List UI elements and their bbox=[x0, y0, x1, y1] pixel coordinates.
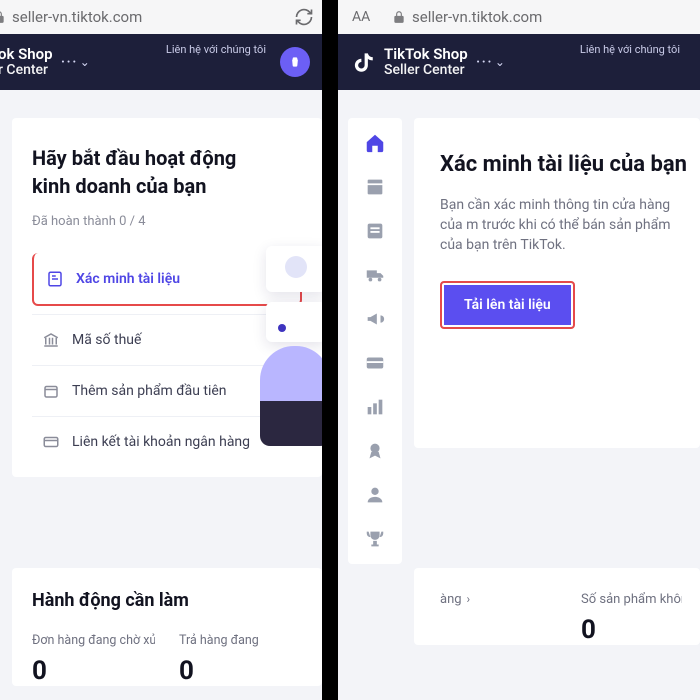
stat-returns[interactable]: Trả hàng đang 0 bbox=[179, 633, 302, 686]
stat-value: 0 bbox=[32, 656, 155, 686]
onboarding-title: Hãy bắt đầu hoạt động kinh doanh của bạn bbox=[32, 144, 262, 200]
brand-line1: ok Shop bbox=[0, 46, 53, 62]
avatar[interactable] bbox=[280, 47, 310, 77]
step-label: Xác minh tài liệu bbox=[76, 271, 180, 287]
chevron-down-icon[interactable]: ⌄ bbox=[80, 55, 90, 69]
sidebar bbox=[348, 118, 402, 564]
chevron-right-icon: › bbox=[464, 592, 471, 606]
illustration bbox=[252, 232, 330, 452]
document-check-icon bbox=[46, 270, 64, 288]
stat-truncated-left[interactable]: àng › bbox=[440, 592, 541, 645]
stat-invalid-products[interactable]: Số sản phẩm không vư… › 0 bbox=[581, 592, 682, 645]
verify-title: Xác minh tài liệu của bạn bbox=[440, 152, 680, 177]
sidebar-item-users[interactable] bbox=[364, 484, 386, 506]
bank-icon bbox=[42, 331, 60, 349]
upload-documents-button[interactable]: Tải lên tài liệu bbox=[440, 281, 575, 329]
verify-description: Bạn cần xác minh thông tin cửa hàng của … bbox=[440, 195, 680, 255]
contact-us-link[interactable]: Liên hệ với chúng tôi bbox=[166, 44, 266, 56]
verify-card: Xác minh tài liệu của bạn Bạn cần xác mi… bbox=[414, 118, 700, 448]
browser-url-bar-right: AA seller-vn.tiktok.com bbox=[338, 0, 700, 34]
sidebar-item-shipping[interactable] bbox=[364, 264, 386, 286]
url-text: seller-vn.tiktok.com bbox=[12, 8, 142, 26]
sidebar-item-home[interactable] bbox=[364, 132, 386, 154]
stat-value: 0 bbox=[179, 656, 302, 686]
stat-value: 0 bbox=[581, 615, 682, 645]
ellipsis-icon[interactable]: ··· bbox=[476, 52, 493, 73]
screen-divider bbox=[322, 0, 338, 700]
step-label: Liên kết tài khoản ngân hàng bbox=[72, 434, 250, 450]
sidebar-item-trophy[interactable] bbox=[364, 528, 386, 550]
package-icon bbox=[42, 382, 60, 400]
lock-icon bbox=[392, 10, 406, 24]
card-icon bbox=[42, 433, 60, 451]
brand-line2: r Center bbox=[0, 62, 53, 78]
top-nav-right: TikTok Shop Seller Center ··· ⌄ Liên hệ … bbox=[338, 34, 700, 90]
ellipsis-icon[interactable]: ··· bbox=[61, 52, 78, 73]
sidebar-item-products[interactable] bbox=[364, 220, 386, 242]
tiktok-logo-icon bbox=[350, 49, 376, 75]
sidebar-item-orders[interactable] bbox=[364, 176, 386, 198]
todo-title: Hành động cần làm bbox=[32, 590, 302, 611]
chevron-down-icon[interactable]: ⌄ bbox=[495, 55, 505, 69]
onboarding-card: Hãy bắt đầu hoạt động kinh doanh của bạn… bbox=[12, 118, 322, 477]
top-nav-left: ok Shop r Center ··· ⌄ Liên hệ với chúng… bbox=[0, 34, 322, 90]
sidebar-item-analytics[interactable] bbox=[364, 396, 386, 418]
brand-line2: Seller Center bbox=[384, 62, 468, 78]
url-text: seller-vn.tiktok.com bbox=[412, 8, 542, 26]
step-label: Thêm sản phẩm đầu tiên bbox=[72, 383, 227, 399]
sidebar-item-rewards[interactable] bbox=[364, 440, 386, 462]
step-label: Mã số thuế bbox=[72, 332, 141, 348]
sidebar-item-finance[interactable] bbox=[364, 352, 386, 374]
stats-card-right: àng › Số sản phẩm không vư… › 0 bbox=[414, 568, 700, 645]
contact-us-link[interactable]: Liên hệ với chúng tôi bbox=[580, 44, 680, 56]
refresh-icon[interactable] bbox=[294, 7, 314, 27]
screen-left: Hãy bắt đầu hoạt động kinh doanh của bạn… bbox=[0, 90, 322, 700]
brand[interactable]: TikTok Shop Seller Center bbox=[350, 46, 468, 78]
onboarding-progress: Đã hoàn thành 0 / 4 bbox=[32, 214, 302, 229]
screen-right: Xác minh tài liệu của bạn Bạn cần xác mi… bbox=[338, 90, 700, 700]
brand[interactable]: ok Shop r Center bbox=[0, 46, 53, 78]
todo-card: Hành động cần làm Đơn hàng đang chờ xử l… bbox=[12, 568, 322, 686]
browser-url-bar-left: seller-vn.tiktok.com bbox=[0, 0, 322, 34]
sidebar-item-marketing[interactable] bbox=[364, 308, 386, 330]
brand-line1: TikTok Shop bbox=[384, 46, 468, 62]
reader-aa[interactable]: AA bbox=[352, 9, 392, 25]
lock-icon bbox=[0, 10, 6, 24]
stat-pending-orders[interactable]: Đơn hàng đang chờ xử lý › 0 bbox=[32, 633, 155, 686]
